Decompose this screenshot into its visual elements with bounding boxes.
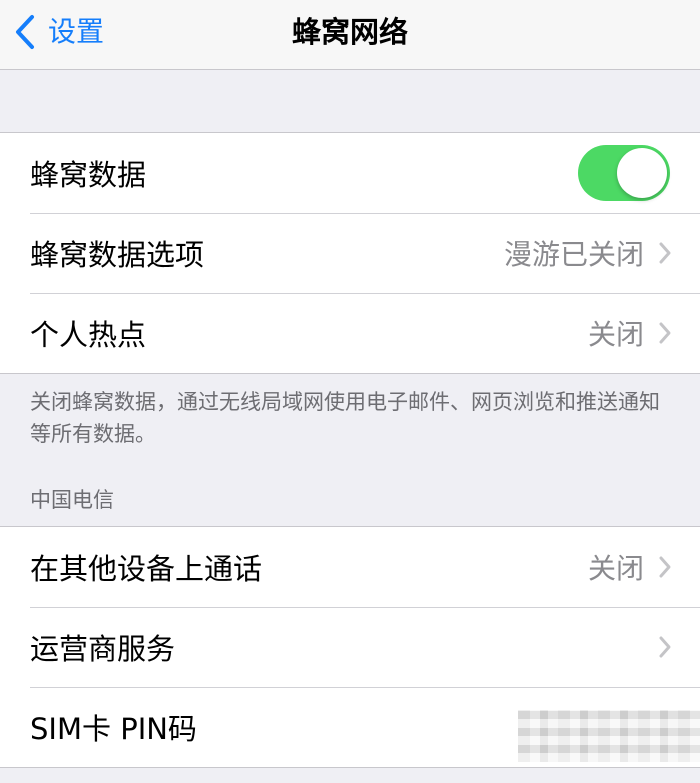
row-value: 关闭 xyxy=(587,552,644,585)
row-value: 漫游已关闭 xyxy=(503,238,644,271)
chevron-right-icon xyxy=(659,636,671,658)
cellular-group: 蜂窝数据 蜂窝数据选项 漫游已关闭 个人热点 关闭 xyxy=(0,132,700,374)
row-label: 运营商服务 xyxy=(30,632,176,666)
row-personal-hotspot[interactable]: 个人热点 关闭 xyxy=(0,293,700,373)
row-label: 蜂窝数据选项 xyxy=(30,238,205,272)
row-label: 个人热点 xyxy=(30,318,147,352)
cellular-data-toggle[interactable] xyxy=(578,145,670,201)
row-cellular-data: 蜂窝数据 xyxy=(0,133,700,213)
chevron-right-icon xyxy=(659,556,671,578)
row-label: 蜂窝数据 xyxy=(30,158,147,192)
cellular-footnote: 关闭蜂窝数据，通过无线局域网使用电子邮件、网页浏览和推送通知等所有数据。 xyxy=(30,390,660,446)
row-label: 在其他设备上通话 xyxy=(30,552,263,586)
row-value: 关闭 xyxy=(587,318,644,351)
row-carrier-services[interactable]: 运营商服务 xyxy=(0,607,700,687)
chevron-right-icon xyxy=(659,322,671,344)
carrier-section-header: 中国电信 xyxy=(30,488,114,512)
blurred-watermark xyxy=(518,710,700,762)
page-title: 蜂窝网络 xyxy=(291,15,408,49)
chevron-right-icon xyxy=(659,242,671,264)
row-cellular-data-options[interactable]: 蜂窝数据选项 漫游已关闭 xyxy=(0,213,700,293)
navigation-bar: 设置 蜂窝网络 xyxy=(0,0,700,70)
row-calls-on-other-devices[interactable]: 在其他设备上通话 关闭 xyxy=(0,527,700,607)
toggle-knob xyxy=(617,148,667,198)
